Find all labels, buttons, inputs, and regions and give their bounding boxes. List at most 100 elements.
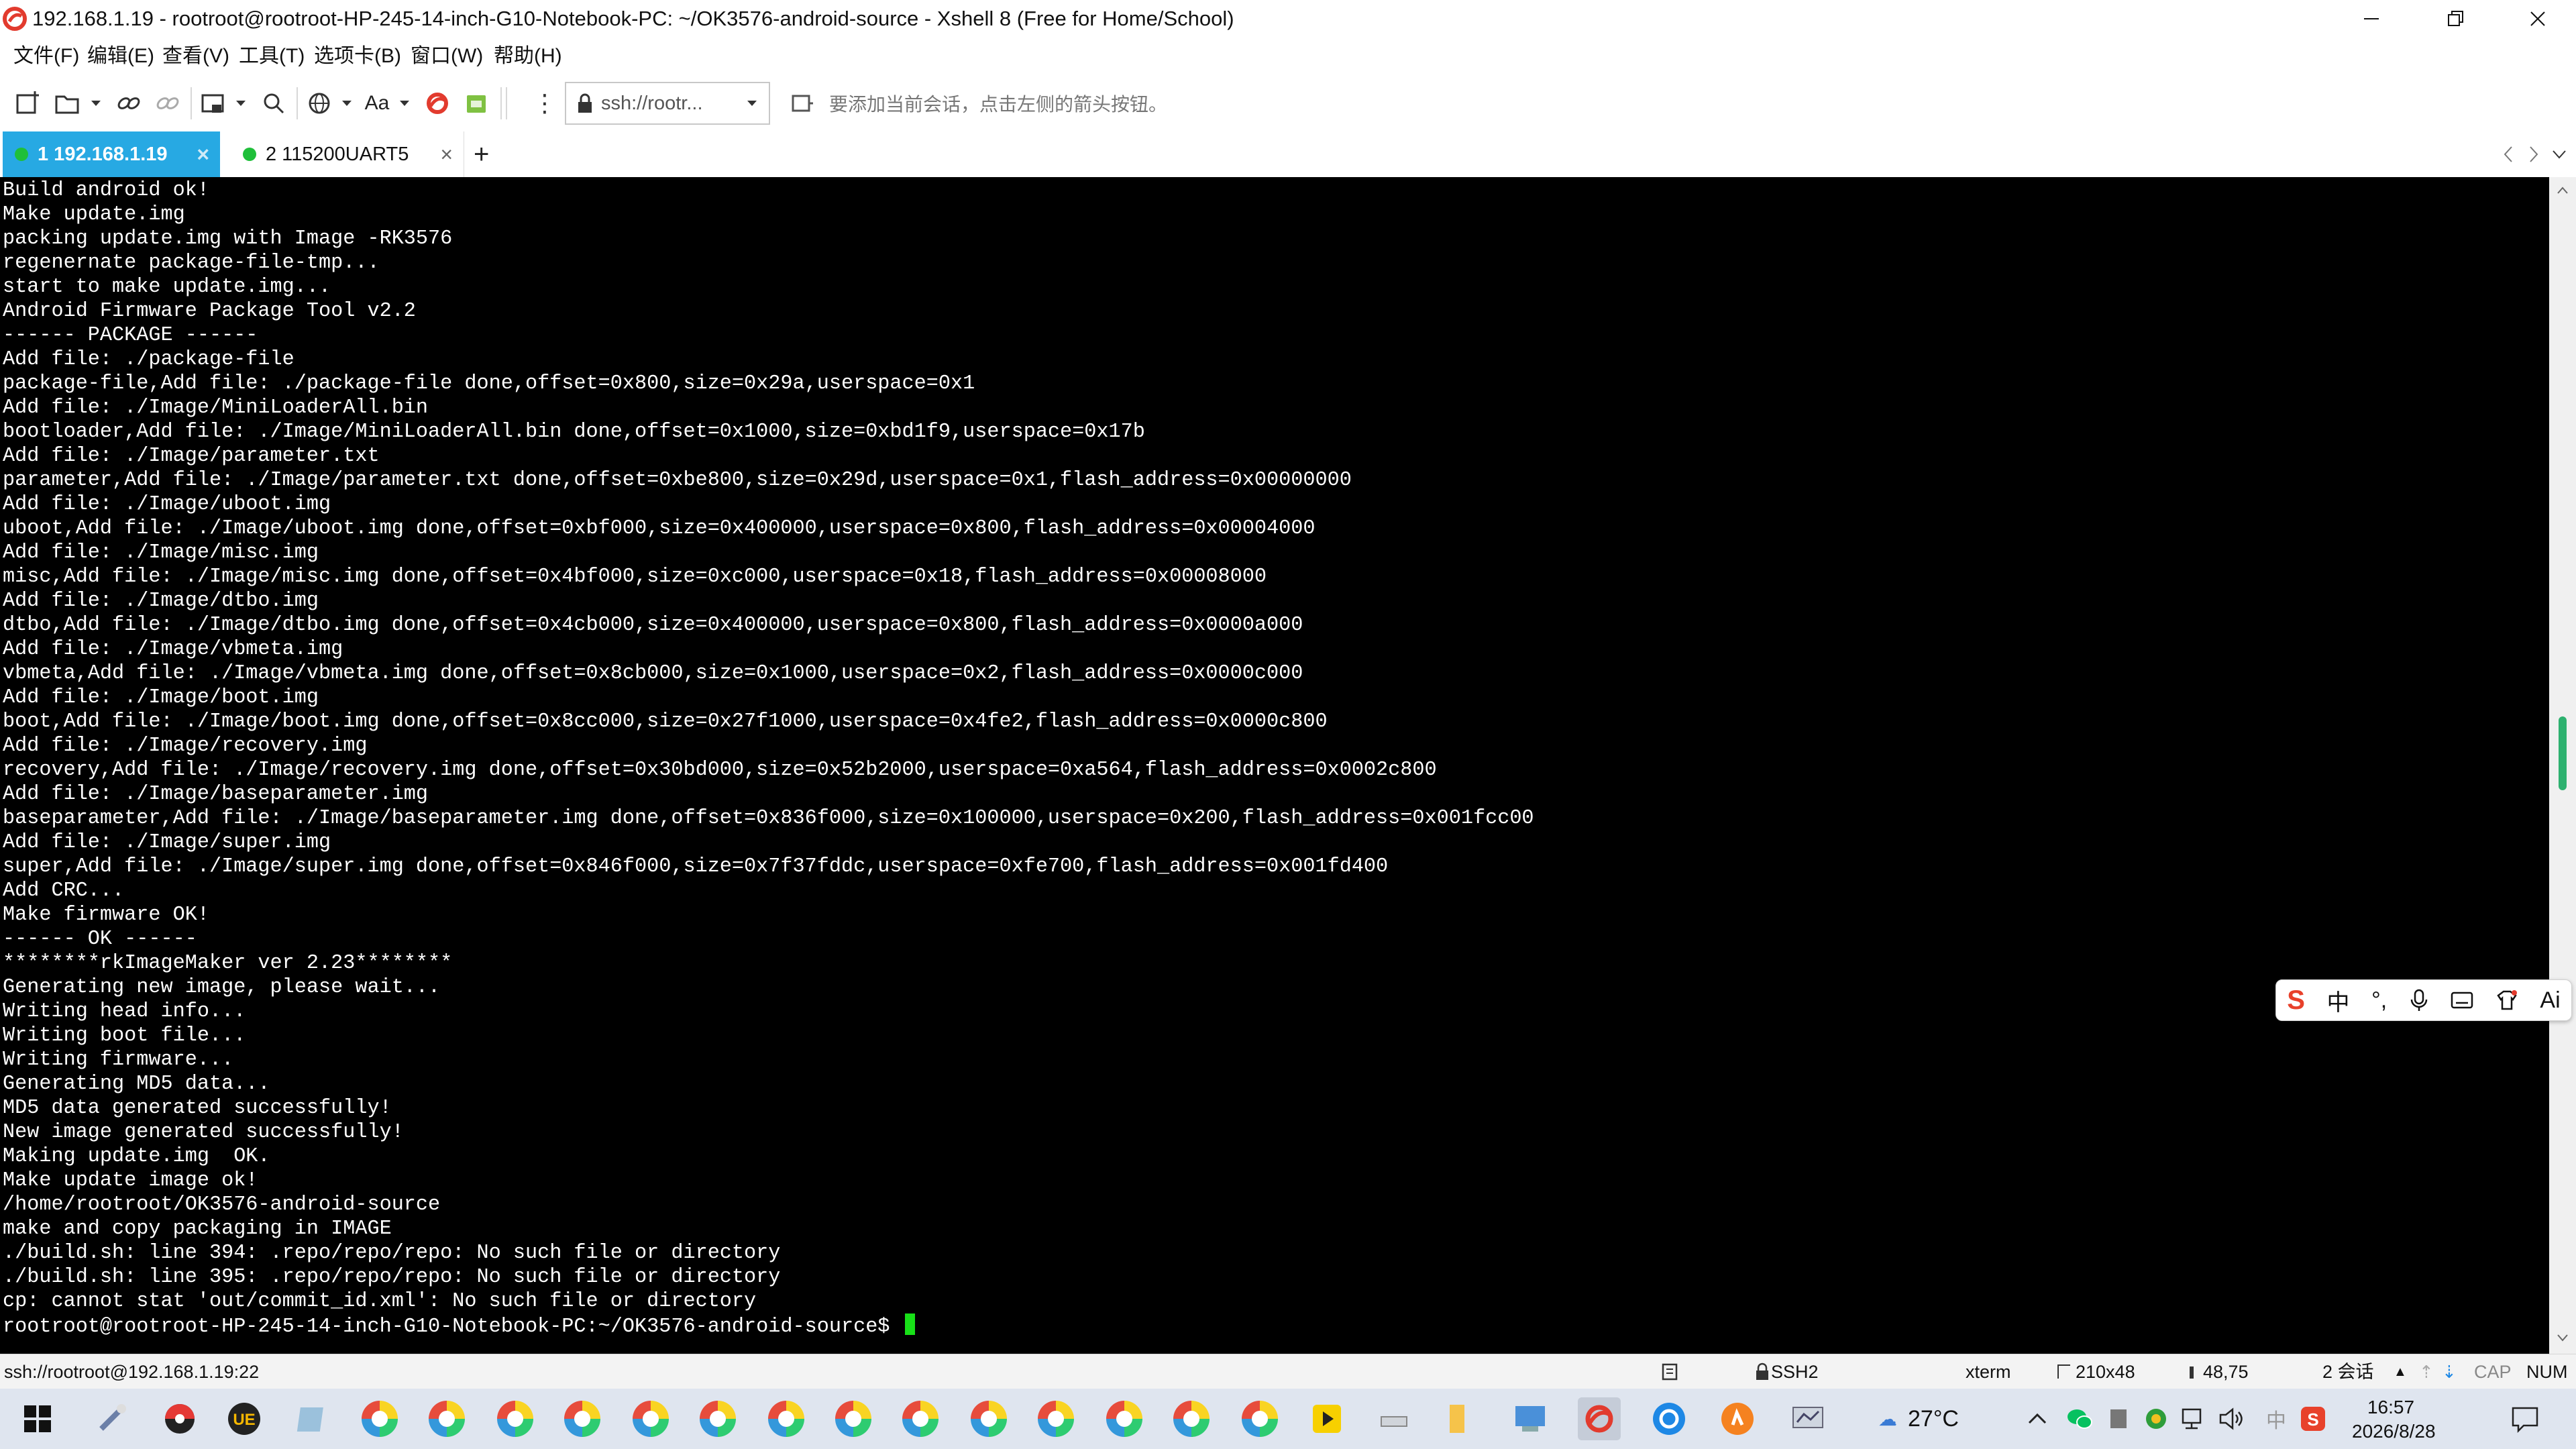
address-bar[interactable]: ssh://rootr... xyxy=(565,82,770,125)
taskbar-app-folder[interactable] xyxy=(1436,1397,1479,1440)
keyboard-icon[interactable] xyxy=(2451,990,2473,1010)
taskbar-chrome-14[interactable] xyxy=(1238,1397,1281,1440)
chevron-down-icon[interactable] xyxy=(91,101,101,106)
taskbar-chrome-4[interactable] xyxy=(561,1397,604,1440)
xftp-button[interactable] xyxy=(419,85,456,122)
add-session-arrow-button[interactable] xyxy=(789,85,816,122)
taskbar-app-blue-swirl[interactable] xyxy=(1648,1397,1690,1440)
menu-edit[interactable]: 编辑(E) xyxy=(87,38,154,75)
menu-file[interactable]: 文件(F) xyxy=(13,38,79,75)
add-tab-button[interactable]: + xyxy=(474,140,489,169)
open-session-button[interactable] xyxy=(48,85,86,122)
taskbar-chrome-1[interactable] xyxy=(358,1397,401,1440)
taskbar-app-xshell[interactable] xyxy=(1578,1397,1621,1440)
scroll-up-icon[interactable] xyxy=(2556,184,2569,197)
close-button[interactable] xyxy=(2501,0,2575,38)
chevron-down-icon[interactable] xyxy=(342,101,352,106)
taskbar-app-network[interactable] xyxy=(1787,1397,1830,1440)
chevron-right-icon[interactable] xyxy=(2526,144,2540,164)
taskbar-chrome-2[interactable] xyxy=(425,1397,468,1440)
terminal-area[interactable]: Build android ok! Make update.img packin… xyxy=(0,177,2549,1354)
scroll-down-icon[interactable] xyxy=(2556,1331,2569,1344)
chevron-down-icon[interactable] xyxy=(236,101,246,106)
chevron-down-icon[interactable] xyxy=(400,101,409,106)
menu-window[interactable]: 窗口(W) xyxy=(411,38,483,75)
chevron-down-icon[interactable] xyxy=(747,101,757,106)
taskbar-chrome-3[interactable] xyxy=(494,1397,537,1440)
taskbar-chrome-11[interactable] xyxy=(1034,1397,1077,1440)
start-button[interactable] xyxy=(16,1397,59,1440)
taskbar-chrome-6[interactable] xyxy=(696,1397,739,1440)
find-button[interactable] xyxy=(255,85,292,122)
taskbar-app-pokeball[interactable] xyxy=(158,1397,201,1440)
restore-button[interactable] xyxy=(2419,0,2493,38)
tray-app-gray[interactable] xyxy=(2108,1389,2129,1449)
chevron-down-icon[interactable] xyxy=(2551,144,2568,164)
more-options-icon[interactable]: ⋮ xyxy=(526,85,564,122)
cursor-position-icon xyxy=(2190,1366,2194,1379)
disconnect-button[interactable] xyxy=(149,85,186,122)
terminal-line: baseparameter,Add file: ./Image/basepara… xyxy=(3,807,1534,830)
chrome-icon xyxy=(633,1401,669,1437)
terminal-line: MD5 data generated successfully! xyxy=(3,1097,392,1120)
status-sessions[interactable]: 2 会话 xyxy=(2322,1354,2374,1389)
taskbar-app-ue[interactable]: UE xyxy=(223,1397,266,1440)
punctuation-icon[interactable]: °, xyxy=(2371,987,2387,1014)
tray-ime-lang[interactable]: 中 xyxy=(2266,1389,2286,1449)
log-icon[interactable] xyxy=(1661,1362,1680,1381)
close-tab-icon[interactable]: × xyxy=(440,142,453,167)
tray-volume[interactable] xyxy=(2218,1389,2245,1449)
session-connected-icon xyxy=(15,148,28,161)
tray-overflow-button[interactable] xyxy=(2027,1389,2047,1449)
taskbar-chrome-7[interactable] xyxy=(765,1397,808,1440)
menu-view[interactable]: 查看(V) xyxy=(162,38,229,75)
ime-mode-toggle[interactable]: 中 xyxy=(2327,984,2350,1017)
notification-center-button[interactable] xyxy=(2510,1389,2540,1449)
menu-help[interactable]: 帮助(H) xyxy=(494,38,562,75)
font-button[interactable]: Aa xyxy=(358,85,396,122)
reconnect-button[interactable] xyxy=(110,85,148,122)
taskbar-app-notes[interactable] xyxy=(291,1397,334,1440)
chevron-up-icon[interactable]: ▲ xyxy=(2394,1354,2407,1389)
terminal-line: bootloader,Add file: ./Image/MiniLoaderA… xyxy=(3,421,1145,443)
status-protocol: SSH2 xyxy=(1771,1362,1819,1382)
taskbar-chrome-9[interactable] xyxy=(899,1397,942,1440)
tab-session-1[interactable]: 1 192.168.1.19 × xyxy=(3,131,220,177)
encoding-button[interactable] xyxy=(301,85,338,122)
taskbar-chrome-12[interactable] xyxy=(1103,1397,1146,1440)
taskbar-chrome-5[interactable] xyxy=(629,1397,672,1440)
taskbar-app-tool[interactable] xyxy=(91,1397,134,1440)
tray-sogou[interactable]: S xyxy=(2300,1389,2326,1449)
chevron-left-icon[interactable] xyxy=(2502,144,2516,164)
sogou-logo-icon[interactable]: S xyxy=(2287,985,2305,1016)
taskbar-chrome-13[interactable] xyxy=(1170,1397,1213,1440)
taskbar-app-orange[interactable] xyxy=(1716,1397,1759,1440)
tray-wechat[interactable] xyxy=(2066,1389,2093,1449)
tray-app-green[interactable] xyxy=(2144,1389,2168,1449)
weather-widget[interactable]: ☁ 27°C xyxy=(1878,1389,1959,1449)
caps-lock-indicator: CAP xyxy=(2474,1362,2512,1382)
tab-session-2[interactable]: 2 115200UART5 × xyxy=(229,131,464,177)
new-session-button[interactable] xyxy=(9,85,47,122)
system-clock[interactable]: 16:57 2026/8/28 xyxy=(2352,1389,2436,1449)
taskbar-chrome-10[interactable] xyxy=(967,1397,1010,1440)
taskbar-chrome-8[interactable] xyxy=(832,1397,875,1440)
minimize-button[interactable] xyxy=(2334,0,2408,38)
window-title: 192.168.1.19 - rootroot@rootroot-HP-245-… xyxy=(32,7,1234,30)
taskbar-app-drive[interactable] xyxy=(1373,1397,1415,1440)
ai-assistant-button[interactable]: Ai xyxy=(2540,987,2560,1014)
transfer-button[interactable] xyxy=(195,85,232,122)
close-tab-icon[interactable]: × xyxy=(197,142,209,167)
terminal-line: Generating MD5 data... xyxy=(3,1073,270,1095)
tray-network[interactable] xyxy=(2180,1389,2207,1449)
remote-desktop-icon xyxy=(1515,1406,1545,1432)
menu-tabs[interactable]: 选项卡(B) xyxy=(314,38,401,75)
scrollbar-thumb[interactable] xyxy=(2559,716,2567,790)
skin-shirt-icon[interactable] xyxy=(2496,989,2518,1012)
xftp-transfer-button[interactable] xyxy=(458,85,495,122)
microphone-icon[interactable] xyxy=(2409,988,2429,1012)
taskbar-app-remote[interactable] xyxy=(1509,1397,1552,1440)
taskbar-app-player[interactable] xyxy=(1305,1397,1348,1440)
chrome-icon xyxy=(835,1401,871,1437)
menu-tools[interactable]: 工具(T) xyxy=(239,38,305,75)
